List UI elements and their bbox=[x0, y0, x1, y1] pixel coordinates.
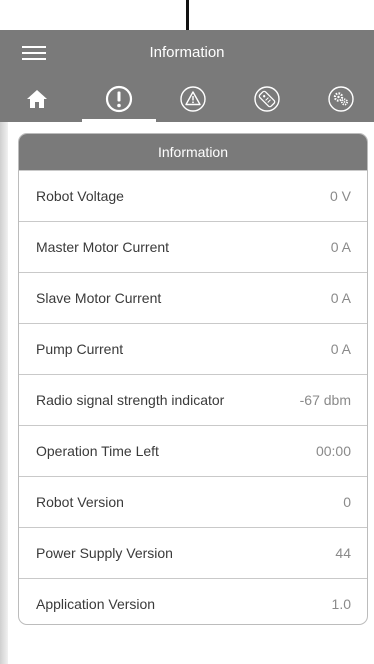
tab-remote[interactable] bbox=[230, 76, 304, 122]
tab-information[interactable] bbox=[82, 76, 156, 122]
row-label: Power Supply Version bbox=[36, 545, 173, 561]
row-label: Radio signal strength indicator bbox=[36, 392, 225, 408]
row-label: Robot Version bbox=[36, 494, 124, 510]
list-item: Power Supply Version 44 bbox=[19, 527, 367, 578]
info-alert-icon bbox=[105, 85, 133, 113]
row-value: 0 A bbox=[330, 341, 351, 357]
row-label: Slave Motor Current bbox=[36, 290, 162, 306]
row-label: Application Version bbox=[36, 596, 156, 612]
side-shadow bbox=[0, 122, 8, 664]
home-icon bbox=[27, 90, 47, 108]
status-indicator bbox=[186, 0, 189, 30]
tab-bar bbox=[0, 76, 374, 122]
page-title: Information bbox=[149, 44, 225, 61]
row-value: 44 bbox=[335, 545, 351, 561]
remote-icon bbox=[254, 86, 280, 112]
row-value: 0 V bbox=[329, 188, 351, 204]
list-item: Pump Current 0 A bbox=[19, 323, 367, 374]
tab-settings[interactable] bbox=[304, 76, 374, 122]
warning-icon bbox=[180, 86, 206, 112]
row-value: 0 bbox=[343, 494, 351, 510]
list-item: Application Version 1.0 bbox=[19, 578, 367, 624]
row-label: Operation Time Left bbox=[36, 443, 159, 459]
list-item: Slave Motor Current 0 A bbox=[19, 272, 367, 323]
row-label: Robot Voltage bbox=[36, 188, 124, 204]
row-value: 0 A bbox=[330, 239, 351, 255]
list-item: Radio signal strength indicator -67 dbm bbox=[19, 374, 367, 425]
list-item: Operation Time Left 00:00 bbox=[19, 425, 367, 476]
settings-icon bbox=[328, 86, 354, 112]
row-value: -67 dbm bbox=[299, 392, 351, 408]
top-bar: Information bbox=[0, 30, 374, 76]
list-item: Robot Version 0 bbox=[19, 476, 367, 527]
list-item: Robot Voltage 0 V bbox=[19, 170, 367, 221]
row-value: 1.0 bbox=[331, 596, 351, 612]
app-header: Information bbox=[0, 30, 374, 122]
row-value: 0 A bbox=[330, 290, 351, 306]
tab-warnings[interactable] bbox=[156, 76, 230, 122]
card-title: Information bbox=[19, 134, 367, 170]
list-item: Master Motor Current 0 A bbox=[19, 221, 367, 272]
information-card: Information Robot Voltage 0 V Master Mot… bbox=[18, 133, 368, 625]
tab-home[interactable] bbox=[0, 76, 74, 122]
row-label: Master Motor Current bbox=[36, 239, 170, 255]
row-label: Pump Current bbox=[36, 341, 124, 357]
row-value: 00:00 bbox=[315, 443, 351, 459]
